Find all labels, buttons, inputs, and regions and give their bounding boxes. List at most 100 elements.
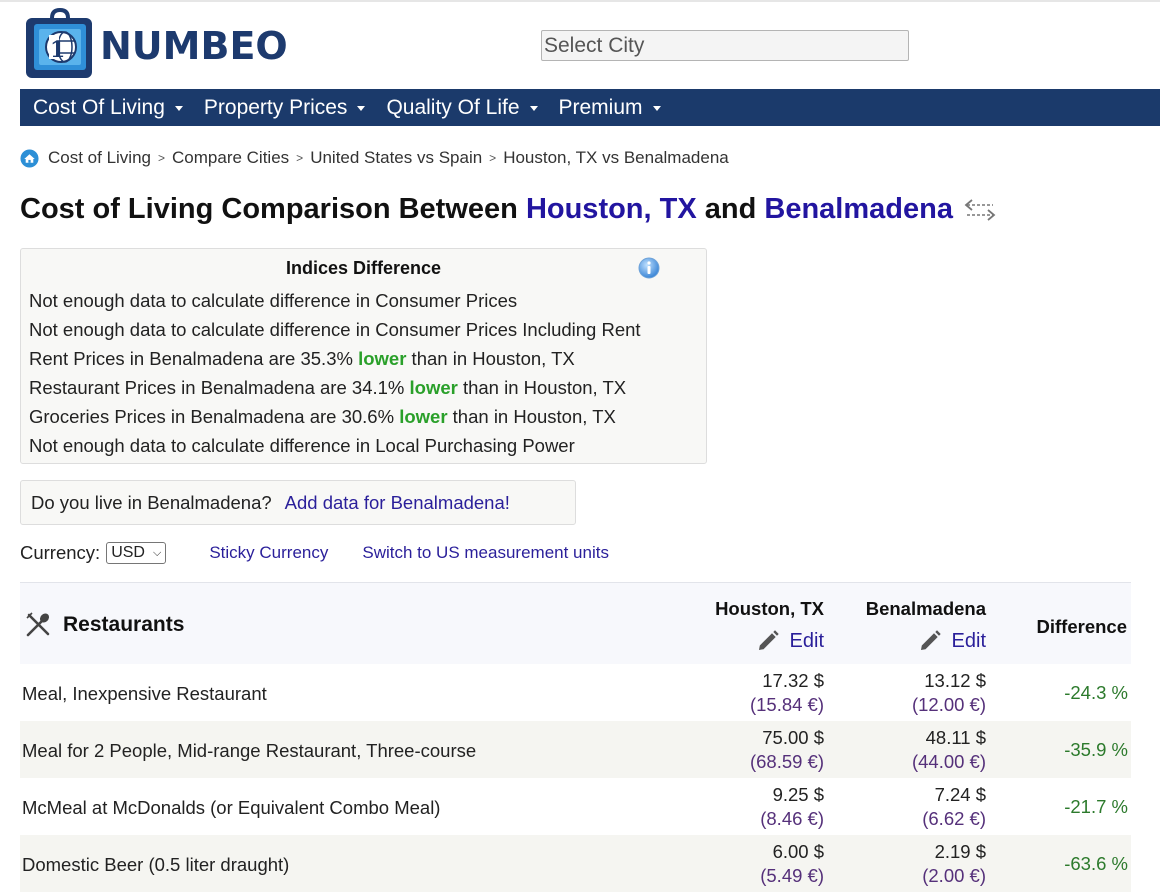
breadcrumb-separator: > <box>296 151 304 165</box>
indices-line: Restaurant Prices in Benalmadena are 34.… <box>29 373 706 402</box>
title-prefix: Cost of Living Comparison Between <box>20 193 526 225</box>
edit-city2-button[interactable]: Edit <box>866 629 986 653</box>
item-name: Meal, Inexpensive Restaurant <box>22 683 267 704</box>
caret-down-icon <box>357 106 366 111</box>
item-name: Meal for 2 People, Mid-range Restaurant,… <box>22 740 477 761</box>
item-name: McMeal at McDonalds (or Equivalent Combo… <box>22 797 441 818</box>
breadcrumb: Cost of Living > Compare Cities > United… <box>20 148 729 168</box>
price-usd: 9.25 $ <box>772 784 824 805</box>
table-header: Restaurants Houston, TX Edit Benalmadena… <box>20 582 1131 664</box>
price-eur: (6.62 €) <box>922 808 986 829</box>
price-usd: 2.19 $ <box>934 841 986 862</box>
currency-row: Currency: USD ⌵ Sticky Currency Switch t… <box>20 542 609 564</box>
price-difference: -21.7 % <box>1064 796 1128 817</box>
indices-text: Groceries Prices in Benalmadena are 30.6… <box>29 406 400 427</box>
nav-label: Cost Of Living <box>33 95 165 119</box>
indices-line: Rent Prices in Benalmadena are 35.3% low… <box>29 344 706 373</box>
restaurants-table: Restaurants Houston, TX Edit Benalmadena… <box>20 582 1131 892</box>
city1-header: Houston, TX Edit <box>715 598 824 653</box>
table-row: Meal for 2 People, Mid-range Restaurant,… <box>20 721 1131 778</box>
city1-price: 6.00 $ (5.49 €) <box>760 840 824 888</box>
nav-premium[interactable]: Premium <box>559 96 661 120</box>
city1-price: 75.00 $ (68.59 €) <box>750 726 824 774</box>
table-row: Meal, Inexpensive Restaurant 17.32 $ (15.… <box>20 664 1131 721</box>
fork-spoon-icon <box>26 612 50 637</box>
category-title: Restaurants <box>63 613 185 636</box>
edit-label: Edit <box>789 629 824 652</box>
nav-label: Quality Of Life <box>386 95 520 119</box>
price-usd: 7.24 $ <box>934 784 986 805</box>
top-border <box>0 0 1160 2</box>
nav-label: Premium <box>558 95 643 119</box>
indices-text: than in Houston, TX <box>447 406 616 427</box>
indices-text: than in Houston, TX <box>406 348 575 369</box>
price-eur: (44.00 €) <box>911 751 986 772</box>
breadcrumb-cost-of-living[interactable]: Cost of Living <box>48 148 151 168</box>
nav-quality-of-life[interactable]: Quality Of Life <box>386 95 538 120</box>
caret-down-icon <box>174 106 183 111</box>
info-icon[interactable] <box>638 257 660 279</box>
currency-select[interactable]: USD ⌵ <box>106 542 167 564</box>
sticky-currency-link[interactable]: Sticky Currency <box>209 543 328 563</box>
edit-city1-button[interactable]: Edit <box>715 629 824 653</box>
chevron-down-icon: ⌵ <box>152 546 162 559</box>
price-eur: (15.84 €) <box>749 694 824 715</box>
title-middle: and <box>696 193 765 225</box>
price-usd: 48.11 $ <box>925 727 986 748</box>
city1-price: 9.25 $ (8.46 €) <box>760 783 824 831</box>
indices-line: Groceries Prices in Benalmadena are 30.6… <box>29 402 706 431</box>
brand-name: NUMBEO <box>100 24 288 68</box>
numbeo-logo[interactable]: 1 NUMBEO <box>22 8 288 80</box>
city1-price: 17.32 $ (15.84 €) <box>750 669 824 717</box>
indices-difference-box: Indices Difference Not enough data to ca… <box>20 248 707 464</box>
price-eur: (2.00 €) <box>922 865 986 886</box>
title-city1-link[interactable]: Houston, TX <box>526 193 697 226</box>
price-usd: 17.32 $ <box>762 670 824 691</box>
pencil-icon <box>920 630 941 650</box>
lower-label: lower <box>409 377 458 398</box>
city1-name: Houston, TX <box>715 598 824 619</box>
home-icon[interactable] <box>20 148 39 168</box>
lower-label: lower <box>399 406 448 427</box>
table-row: Domestic Beer (0.5 liter draught) 6.00 $… <box>20 835 1131 892</box>
suitcase-globe-icon: 1 <box>26 8 92 78</box>
indices-title: Indices Difference <box>285 258 442 278</box>
swap-cities-icon[interactable] <box>963 197 997 223</box>
lower-label: lower <box>358 348 407 369</box>
nav-cost-of-living[interactable]: Cost Of Living <box>33 96 183 120</box>
indices-line: Not enough data to calculate difference … <box>29 435 575 456</box>
breadcrumb-separator: > <box>489 151 497 165</box>
contribute-box: Do you live in Benalmadena? Add data for … <box>20 480 576 525</box>
difference-header: Difference <box>1036 616 1127 637</box>
city2-price: 48.11 $ (44.00 €) <box>912 726 986 774</box>
table-row: McMeal at McDonalds (or Equivalent Combo… <box>20 778 1131 835</box>
caret-down-icon <box>652 106 661 111</box>
title-city2-link[interactable]: Benalmadena <box>764 193 953 226</box>
indices-text: Rent Prices in Benalmadena are 35.3% <box>29 348 359 369</box>
add-data-link[interactable]: Add data for Benalmadena! <box>285 492 510 513</box>
select-city-input[interactable] <box>541 30 909 61</box>
nav-label: Property Prices <box>203 95 348 119</box>
city2-price: 7.24 $ (6.62 €) <box>922 783 986 831</box>
breadcrumb-separator: > <box>158 151 166 165</box>
item-name: Domestic Beer (0.5 liter draught) <box>22 854 290 875</box>
price-eur: (8.46 €) <box>760 808 824 829</box>
category-header: Restaurants <box>25 612 184 638</box>
indices-text: Restaurant Prices in Benalmadena are 34.… <box>29 377 410 398</box>
indices-text: than in Houston, TX <box>457 377 627 398</box>
price-eur: (12.00 €) <box>911 694 986 715</box>
nav-property-prices[interactable]: Property Prices <box>204 96 366 120</box>
city2-price: 2.19 $ (2.00 €) <box>922 840 986 888</box>
page-title: Cost of Living Comparison Between Housto… <box>20 193 997 226</box>
breadcrumb-compare-cities[interactable]: Compare Cities <box>172 148 289 168</box>
breadcrumb-country-comparison[interactable]: United States vs Spain <box>310 148 482 168</box>
svg-text:1: 1 <box>50 37 65 63</box>
breadcrumb-current: Houston, TX vs Benalmadena <box>503 148 729 167</box>
currency-label: Currency: <box>20 542 101 563</box>
price-difference: -63.6 % <box>1064 853 1128 874</box>
main-nav: Cost Of Living Property Prices Quality O… <box>20 89 1160 126</box>
pencil-icon <box>758 630 779 650</box>
price-usd: 6.00 $ <box>772 841 824 862</box>
switch-units-link[interactable]: Switch to US measurement units <box>362 543 609 563</box>
edit-label: Edit <box>951 629 986 652</box>
